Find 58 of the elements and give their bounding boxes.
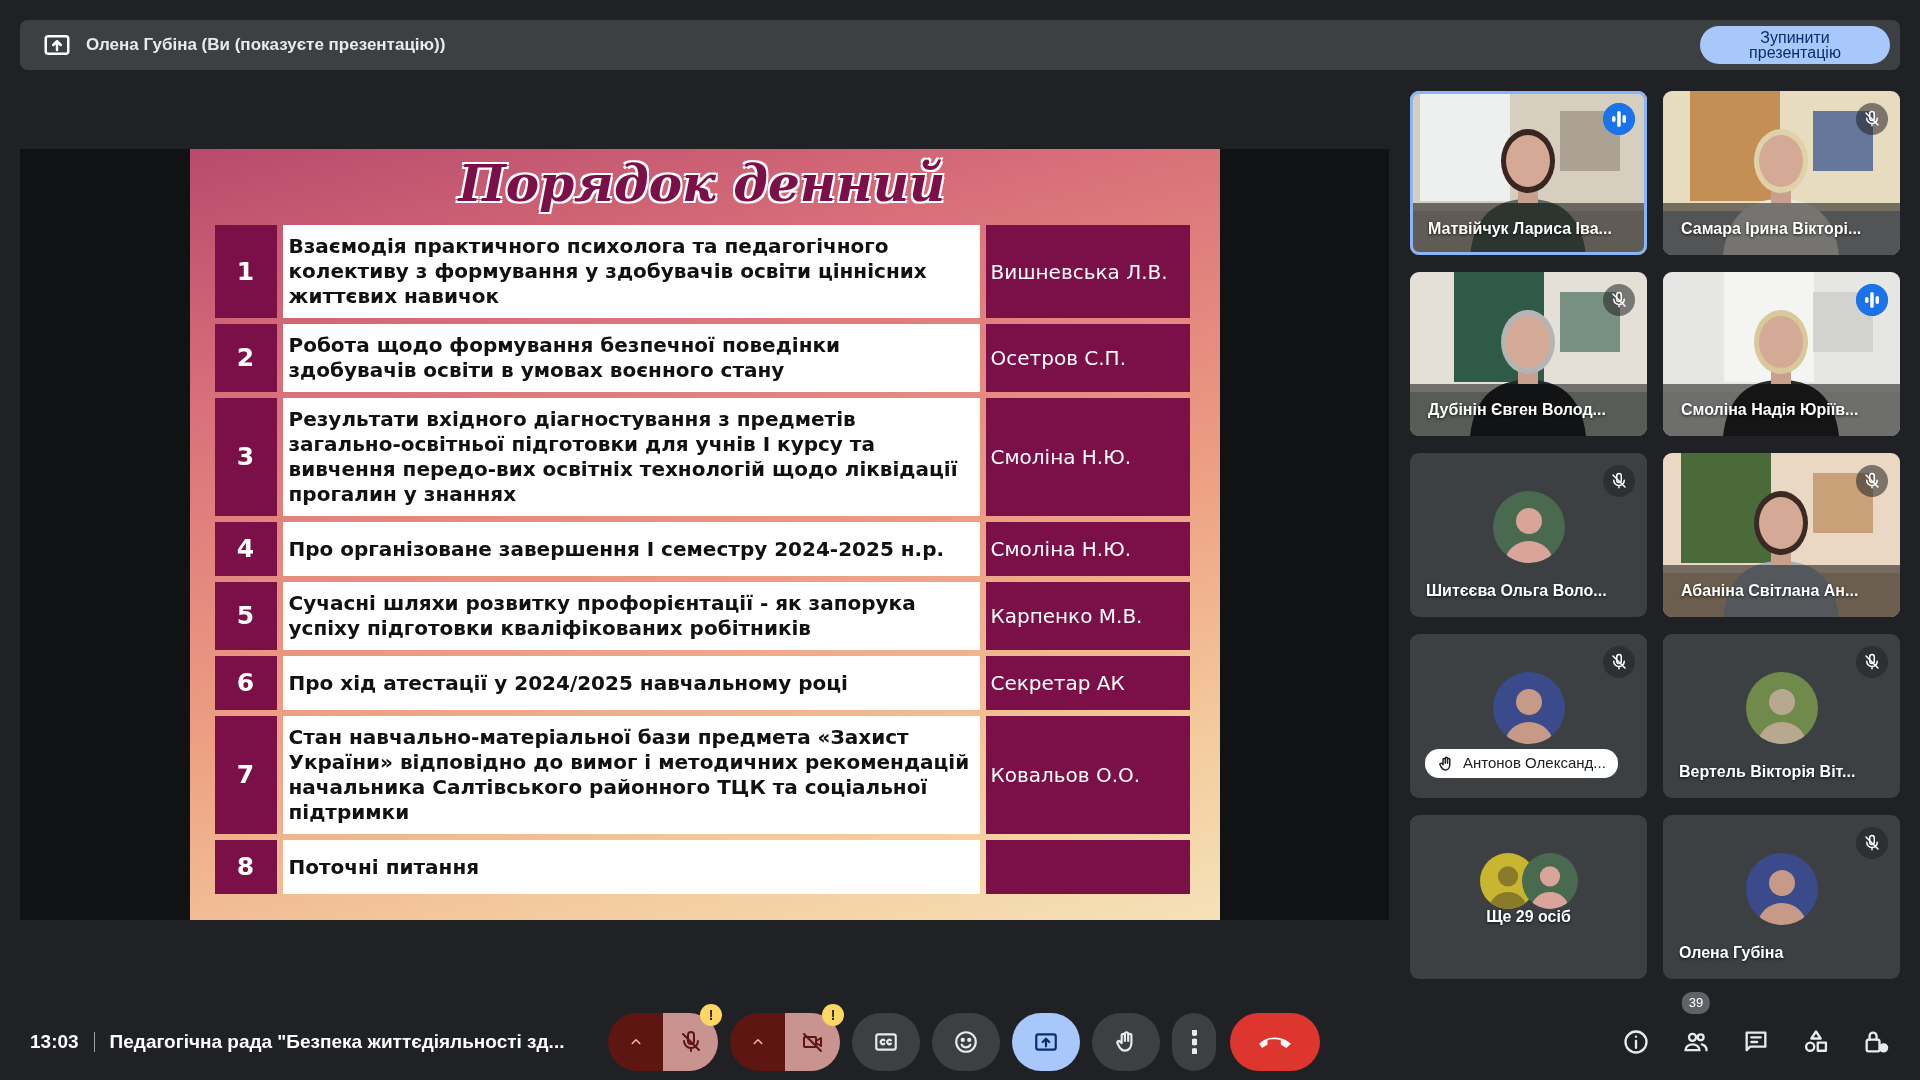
participant-count-badge: 39 bbox=[1681, 992, 1711, 1014]
agenda-number: 4 bbox=[214, 522, 277, 576]
agenda-number: 8 bbox=[214, 840, 277, 894]
microphone-button[interactable] bbox=[663, 1013, 718, 1071]
participant-name: Абаніна Світлана Ан... bbox=[1681, 581, 1859, 601]
warning-badge: ! bbox=[822, 1004, 844, 1026]
mic-off-icon bbox=[1610, 291, 1628, 309]
phone-icon bbox=[1259, 1036, 1291, 1048]
participant-name: Самара Ірина Вікторі... bbox=[1681, 219, 1862, 239]
agenda-topic: Про хід атестації у 2024/2025 навчальному році bbox=[282, 656, 980, 710]
emoji-icon bbox=[953, 1029, 979, 1055]
agenda-topic: Стан навчально-матеріальної бази предмета «Захист України» відповідно до вимог і методичних рекомендацій начальника Салтівського районного ТЦК та соціальної підтримки bbox=[282, 716, 980, 834]
agenda-speaker: Смоліна Н.Ю. bbox=[985, 522, 1190, 576]
mic-off-icon bbox=[1863, 653, 1881, 671]
meeting-title: Педагогічна рада "Безпека життєдіяльності зд... bbox=[109, 1029, 566, 1054]
mic-off-icon bbox=[1863, 472, 1881, 490]
agenda-topic: Результати вхідного діагностування з предметів загально-освітньої підготовки для учнів І курсу та вивчення передо-вих освітніх технологій щодо ліквідації прогалин у знаннях bbox=[282, 398, 980, 516]
participant-name: Ще 29 осіб bbox=[1485, 907, 1572, 927]
mic-off-icon bbox=[1610, 472, 1628, 490]
agenda-topic: Взаємодія практичного психолога та педагогічного колективу з формування у здобувачів освіти ціннісних життєвих навичок bbox=[282, 225, 980, 318]
agenda-number: 3 bbox=[214, 398, 277, 516]
agenda-speaker: Вишневська Л.В. bbox=[985, 225, 1190, 318]
mic-off-icon bbox=[1863, 110, 1881, 128]
agenda-topic: Сучасні шляхи розвитку профорієнтації - як запорука успіху підготовки кваліфікованих робітників bbox=[282, 582, 980, 650]
participant-name: Вертель Вікторія Віт... bbox=[1679, 762, 1856, 782]
agenda-number: 2 bbox=[214, 324, 277, 392]
mic-off-icon bbox=[1610, 653, 1628, 671]
agenda-topic: Поточні питання bbox=[282, 840, 980, 894]
agenda-speaker: Карпенко М.В. bbox=[985, 582, 1190, 650]
participant-name: Дубінін Євген Волод... bbox=[1428, 400, 1606, 420]
agenda-topic: Про організоване завершення І семестру 2024-2025 н.р. bbox=[282, 522, 980, 576]
agenda-speaker: Секретар АК bbox=[985, 656, 1190, 710]
participant-name: Шитєєва Ольга Воло... bbox=[1426, 581, 1607, 601]
present-button[interactable] bbox=[1012, 1013, 1080, 1071]
stop-presenting-button[interactable]: Зупинити презентацію bbox=[1700, 26, 1890, 64]
participant-name: Матвійчук Лариса Іва... bbox=[1428, 219, 1612, 239]
meeting-time: 13:03 bbox=[30, 1029, 79, 1054]
avatar bbox=[1521, 853, 1578, 909]
presenting-status: Олена Губіна (Ви (показуєте презентацію)) bbox=[86, 34, 447, 57]
agenda-number: 6 bbox=[214, 656, 277, 710]
agenda-speaker: Ковальов О.О. bbox=[985, 716, 1190, 834]
slide-title: Порядок денний bbox=[456, 153, 947, 215]
participant-name: Олена Губіна bbox=[1679, 943, 1784, 963]
agenda-speaker: Осетров С.П. bbox=[985, 324, 1190, 392]
camera-off-icon bbox=[800, 1030, 825, 1054]
agenda-number: 7 bbox=[214, 716, 277, 834]
agenda-number: 1 bbox=[214, 225, 277, 318]
mic-off-icon bbox=[1863, 834, 1881, 852]
leave-call-button[interactable] bbox=[1230, 1013, 1320, 1071]
agenda-topic: Робота щодо формування безпечної поведінки здобувачів освіти в умовах воєнного стану bbox=[282, 324, 980, 392]
more-icon bbox=[1191, 1030, 1197, 1054]
agenda-speaker: Смоліна Н.Ю. bbox=[985, 398, 1190, 516]
agenda-number: 5 bbox=[214, 582, 277, 650]
info-icon bbox=[1622, 1028, 1650, 1056]
more-options-button[interactable] bbox=[1172, 1013, 1216, 1071]
participant-name: Антонов Олександ... bbox=[1463, 753, 1606, 774]
warning-badge: ! bbox=[700, 1004, 722, 1026]
camera-button[interactable] bbox=[785, 1013, 840, 1071]
